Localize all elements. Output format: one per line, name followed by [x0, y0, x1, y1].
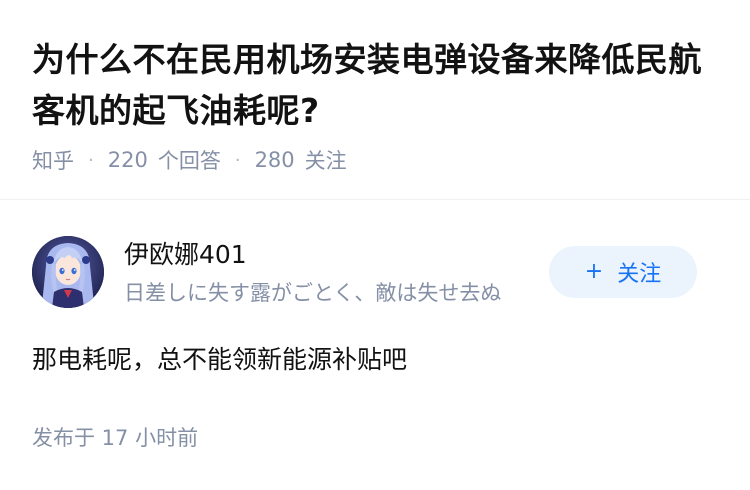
question-title[interactable]: 为什么不在民用机场安装电弹设备来降低民航客机的起飞油耗呢? — [32, 34, 722, 136]
follow-button[interactable]: + 关注 — [549, 246, 697, 298]
answer-content[interactable]: 那电耗呢，总不能领新能源补贴吧 — [32, 340, 722, 380]
answer-timestamp: 发布于 17 小时前 — [32, 426, 199, 450]
author-avatar[interactable] — [32, 236, 104, 308]
follower-count: 280 — [254, 148, 295, 172]
anime-avatar-icon — [32, 236, 104, 308]
plus-icon: + — [584, 259, 604, 284]
meta-separator: · — [234, 149, 241, 171]
question-header: 为什么不在民用机场安装电弹设备来降低民航客机的起飞油耗呢? 知乎 · 220 个… — [0, 0, 750, 200]
question-meta: 知乎 · 220 个回答 · 280 关注 — [32, 144, 347, 176]
answer-count-label: 个回答 — [157, 149, 221, 173]
author-bio: 日差しに失す露がごとく、敵は失せ去ぬ — [124, 281, 502, 305]
answer-card: 伊欧娜401 日差しに失す露がごとく、敵は失せ去ぬ + 关注 那电耗呢，总不能领… — [0, 200, 750, 490]
meta-separator: · — [88, 149, 94, 171]
follower-count-label: 关注 — [304, 149, 347, 173]
author-name[interactable]: 伊欧娜401 — [124, 238, 247, 272]
follow-button-label: 关注 — [617, 262, 662, 287]
answer-count: 220 — [107, 148, 148, 172]
source-label[interactable]: 知乎 — [32, 145, 74, 175]
